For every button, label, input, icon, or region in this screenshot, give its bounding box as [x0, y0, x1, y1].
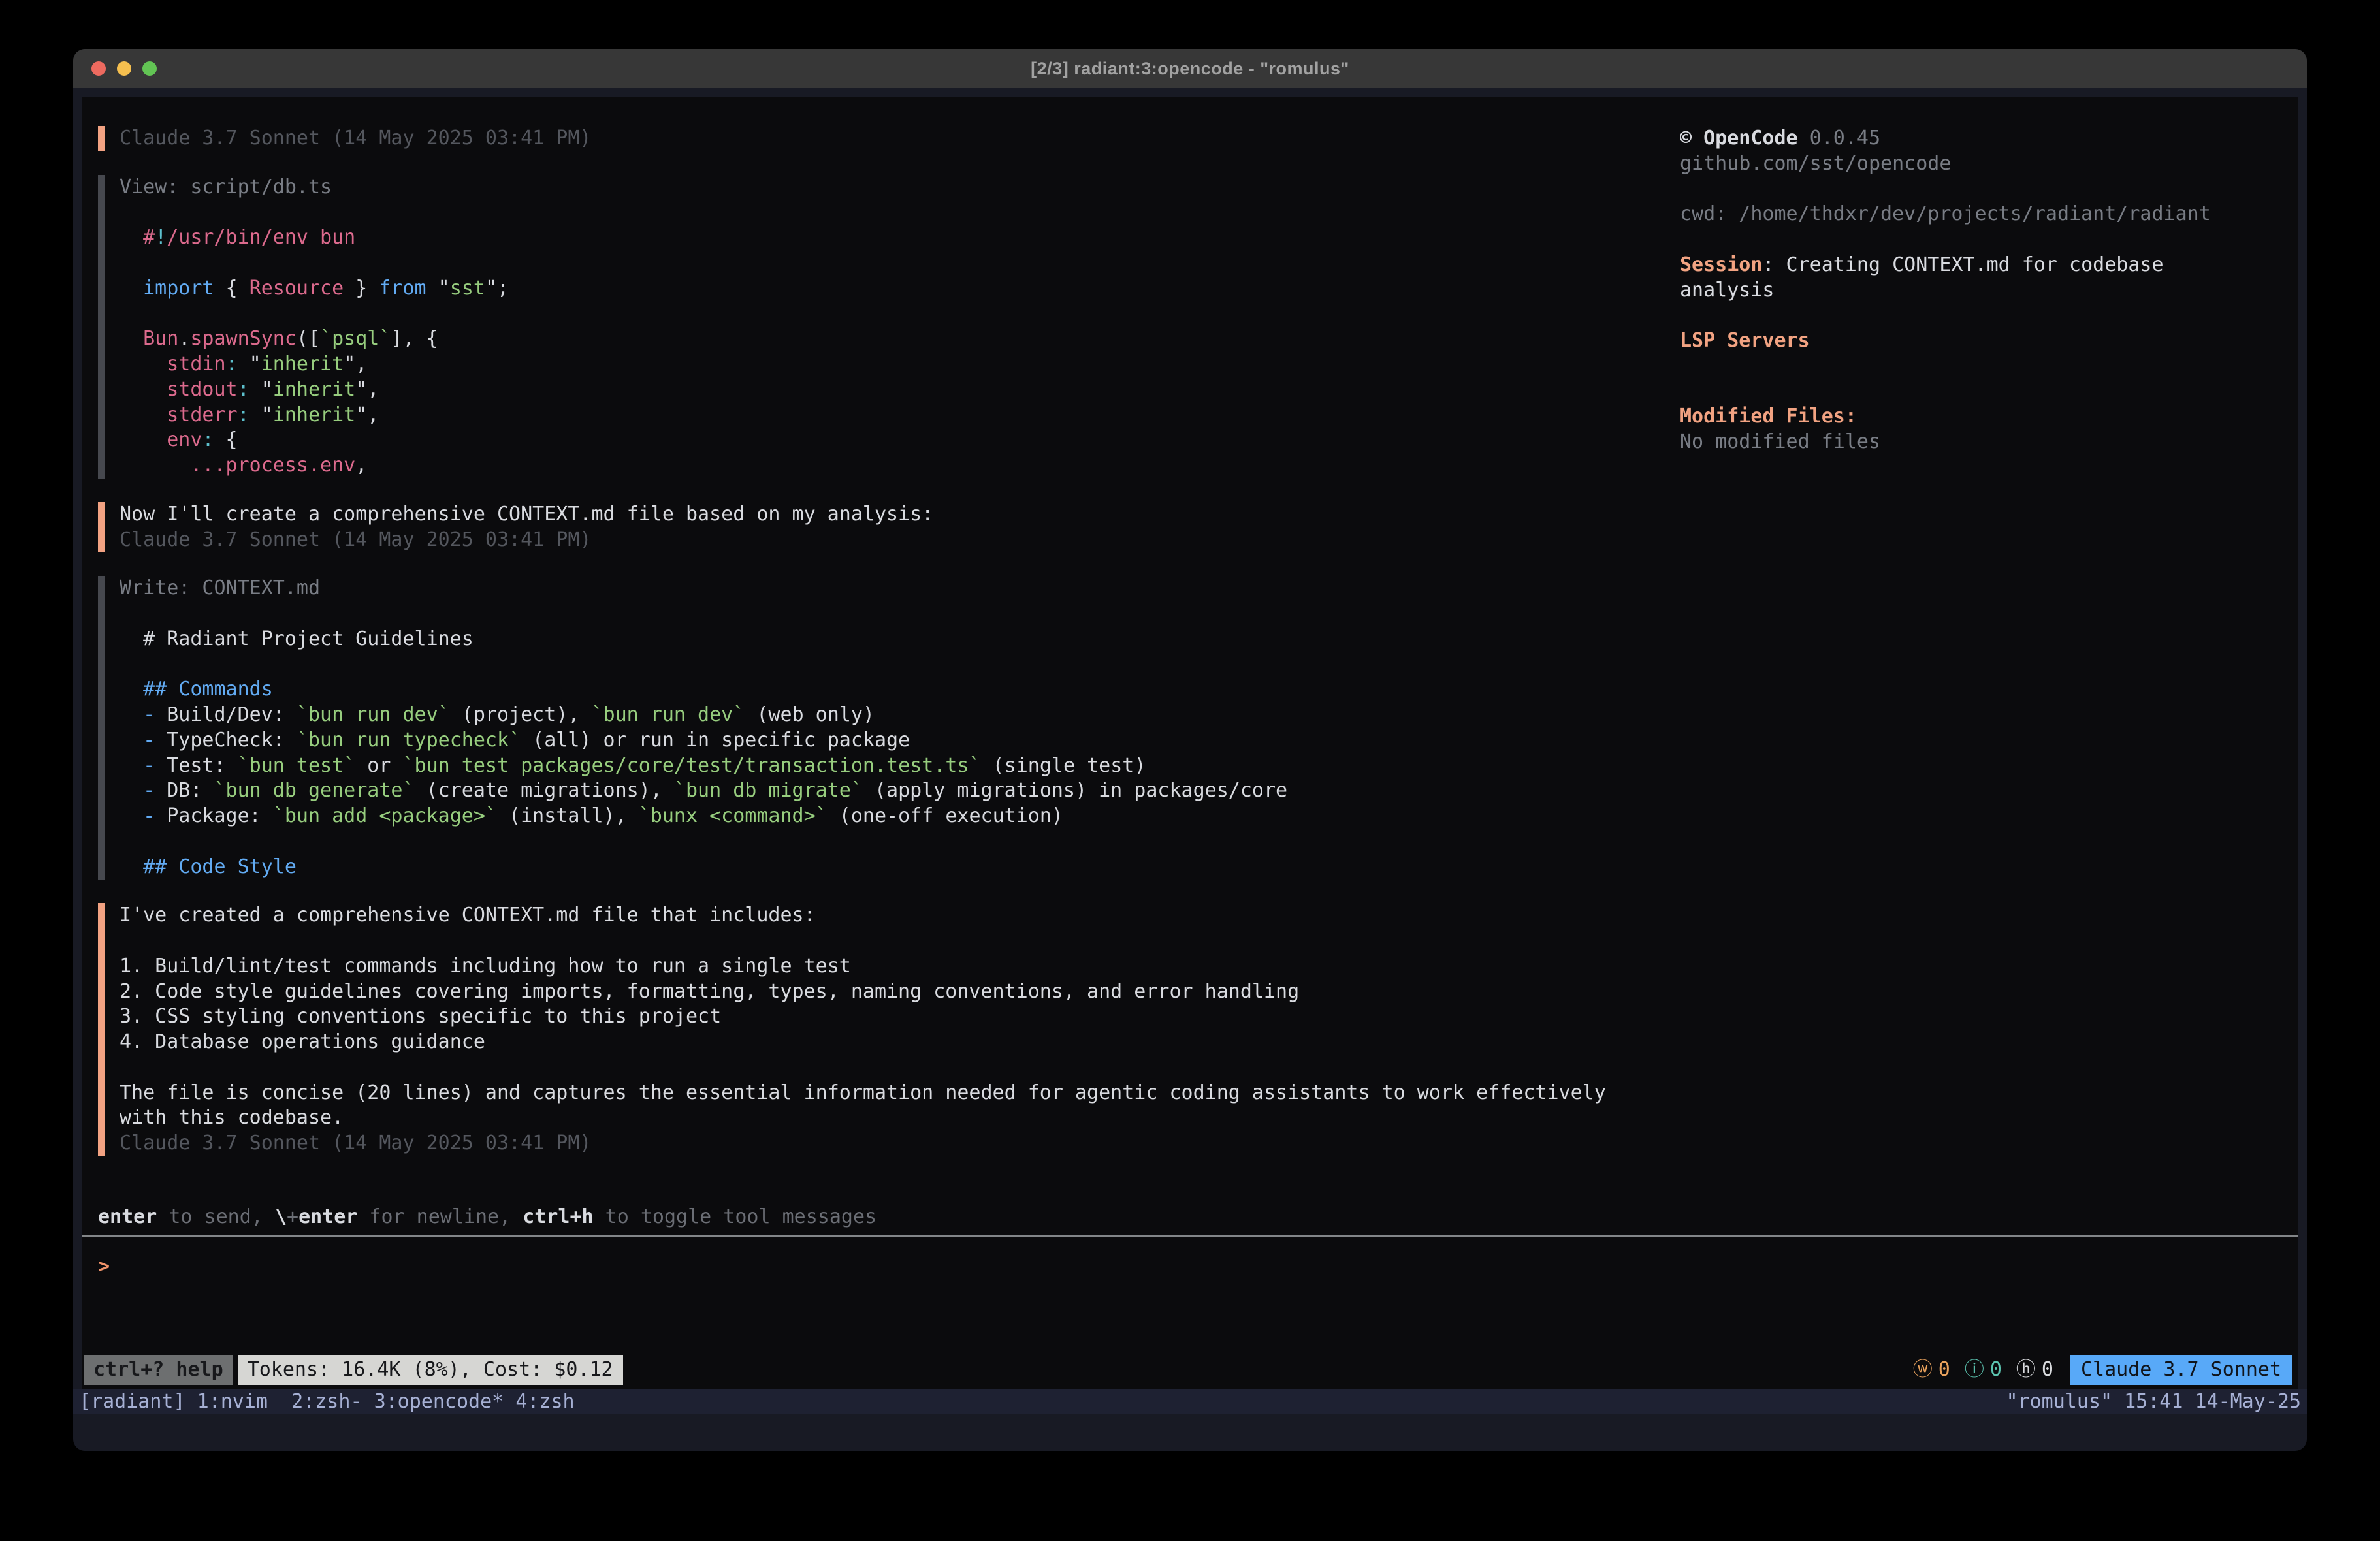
warning-count: ⓦ0	[1913, 1358, 1950, 1383]
assistant-message-block: Now I'll create a comprehensive CONTEXT.…	[98, 502, 1673, 553]
terminal-line: Claude 3.7 Sonnet (14 May 2025 03:41 PM)	[120, 528, 1673, 553]
status-bar: ctrl+? help Tokens: 16.4K (8%), Cost: $0…	[84, 1355, 2292, 1385]
terminal-line: stdout: "inherit",	[120, 377, 1673, 403]
tokens-cost-chip: Tokens: 16.4K (8%), Cost: $0.12	[238, 1355, 623, 1385]
terminal-line	[120, 929, 1673, 954]
terminal-line: 1. Build/lint/test commands including ho…	[120, 954, 1673, 979]
tool-view-block: View: script/db.ts #!/usr/bin/env bun im…	[98, 175, 1673, 479]
modified-files-header: Modified Files:	[1680, 404, 2240, 430]
chat-column: Claude 3.7 Sonnet (14 May 2025 03:41 PM)…	[98, 126, 1673, 1156]
tmux-window-list: 1:nvim 2:zsh- 3:opencode* 4:zsh	[197, 1390, 575, 1413]
info-count: ⓘ0	[1965, 1358, 2002, 1383]
tmux-right-status: "romulus" 15:41 14-May-25	[2006, 1390, 2301, 1413]
terminal-line	[120, 251, 1673, 276]
tmux-window-4zsh[interactable]: 4:zsh	[515, 1390, 574, 1413]
terminal-line: stderr: "inherit",	[120, 403, 1673, 428]
terminal-window: [2/3] radiant:3:opencode - "romulus" Cla…	[73, 49, 2307, 1451]
tmux-window-2zsh[interactable]: 2:zsh-	[291, 1390, 362, 1413]
prompt-caret: >	[98, 1254, 110, 1280]
terminal-line: # Radiant Project Guidelines	[120, 627, 1673, 652]
terminal-line: Claude 3.7 Sonnet (14 May 2025 03:41 PM)	[120, 126, 1673, 151]
spacer	[1680, 303, 2240, 328]
spacer	[1680, 379, 2240, 405]
terminal-line	[120, 829, 1673, 855]
terminal-line: - Build/Dev: `bun run dev` (project), `b…	[120, 703, 1673, 728]
spacer	[1680, 354, 2240, 379]
terminal-line	[120, 200, 1673, 226]
cwd: cwd: /home/thdxr/dev/projects/radiant/ra…	[1680, 202, 2240, 227]
sidebar: © OpenCode 0.0.45github.com/sst/opencode…	[1673, 126, 2291, 455]
hint-count: ⓗ0	[2016, 1358, 2053, 1383]
modified-files-empty: No modified files	[1680, 430, 2240, 455]
assistant-header-block: Claude 3.7 Sonnet (14 May 2025 03:41 PM)	[98, 126, 1673, 151]
terminal-line: Write: CONTEXT.md	[120, 576, 1673, 601]
app-title: © OpenCode 0.0.45	[1680, 126, 2240, 151]
terminal-body: Claude 3.7 Sonnet (14 May 2025 03:41 PM)…	[73, 88, 2307, 1451]
minimize-button[interactable]	[117, 61, 131, 76]
window-bottom-padding	[73, 1414, 2307, 1451]
terminal-line: env: {	[120, 428, 1673, 453]
terminal-line: I've created a comprehensive CONTEXT.md …	[120, 903, 1673, 929]
model-badge: Claude 3.7 Sonnet	[2070, 1355, 2292, 1385]
conversation-scroll-area[interactable]: Claude 3.7 Sonnet (14 May 2025 03:41 PM)…	[82, 97, 2298, 1355]
prompt-input[interactable]: >	[98, 1254, 2291, 1280]
help-hint-chip: ctrl+? help	[84, 1355, 233, 1385]
traffic-lights	[91, 61, 157, 76]
window-title: [2/3] radiant:3:opencode - "romulus"	[1031, 59, 1349, 79]
terminal-line: stdin: "inherit",	[120, 352, 1673, 377]
spacer	[1680, 177, 2240, 202]
tmux-window-1nvim[interactable]: 1:nvim	[197, 1390, 280, 1413]
terminal-line: ...process.env,	[120, 453, 1673, 479]
diagnostics: ⓦ0 ⓘ0 ⓗ0	[1899, 1355, 2053, 1385]
repo-url: github.com/sst/opencode	[1680, 151, 2240, 177]
input-divider	[82, 1235, 2298, 1237]
lsp-servers-header: LSP Servers	[1680, 328, 2240, 354]
close-button[interactable]	[91, 61, 106, 76]
tmux-status-bar: [radiant] 1:nvim 2:zsh- 3:opencode* 4:zs…	[73, 1389, 2307, 1414]
terminal-line: - Test: `bun test` or `bun test packages…	[120, 754, 1673, 779]
terminal-line: The file is concise (20 lines) and captu…	[120, 1081, 1673, 1106]
assistant-summary-block: I've created a comprehensive CONTEXT.md …	[98, 903, 1673, 1156]
terminal-line	[120, 601, 1673, 627]
info-count-icon: ⓘ	[1965, 1358, 1984, 1383]
terminal-line: with this codebase.	[120, 1105, 1673, 1131]
terminal-line: import { Resource } from "sst";	[120, 276, 1673, 302]
terminal-line	[120, 652, 1673, 678]
hint-bar: enter to send, \+enter for newline, ctrl…	[98, 1205, 2291, 1230]
terminal-line: - TypeCheck: `bun run typecheck` (all) o…	[120, 728, 1673, 754]
session: Session: Creating CONTEXT.md for codebas…	[1680, 253, 2240, 304]
terminal-line: 2. Code style guidelines covering import…	[120, 979, 1673, 1005]
tmux-session-name: [radiant]	[79, 1390, 197, 1413]
warning-count-icon: ⓦ	[1913, 1358, 1933, 1383]
terminal-line: - DB: `bun db generate` (create migratio…	[120, 778, 1673, 804]
terminal-line: Now I'll create a comprehensive CONTEXT.…	[120, 502, 1673, 528]
terminal-line: ## Code Style	[120, 855, 1673, 880]
tmux-window-3opencode[interactable]: 3:opencode*	[374, 1390, 504, 1413]
window-titlebar: [2/3] radiant:3:opencode - "romulus"	[73, 49, 2307, 88]
zoom-button[interactable]	[142, 61, 157, 76]
terminal-line	[120, 302, 1673, 327]
terminal-line: Claude 3.7 Sonnet (14 May 2025 03:41 PM)	[120, 1131, 1673, 1156]
terminal-line: Bun.spawnSync([`psql`], {	[120, 326, 1673, 352]
terminal-line: View: script/db.ts	[120, 175, 1673, 200]
terminal-line: #!/usr/bin/env bun	[120, 225, 1673, 251]
terminal-line: 4. Database operations guidance	[120, 1030, 1673, 1055]
terminal-line: 3. CSS styling conventions specific to t…	[120, 1004, 1673, 1030]
tool-write-block: Write: CONTEXT.md # Radiant Project Guid…	[98, 576, 1673, 880]
opencode-tui: Claude 3.7 Sonnet (14 May 2025 03:41 PM)…	[82, 97, 2298, 1389]
terminal-line: - Package: `bun add <package>` (install)…	[120, 804, 1673, 829]
spacer	[1680, 227, 2240, 253]
terminal-line	[120, 1055, 1673, 1081]
terminal-line: ## Commands	[120, 677, 1673, 703]
hint-count-icon: ⓗ	[2016, 1358, 2036, 1383]
